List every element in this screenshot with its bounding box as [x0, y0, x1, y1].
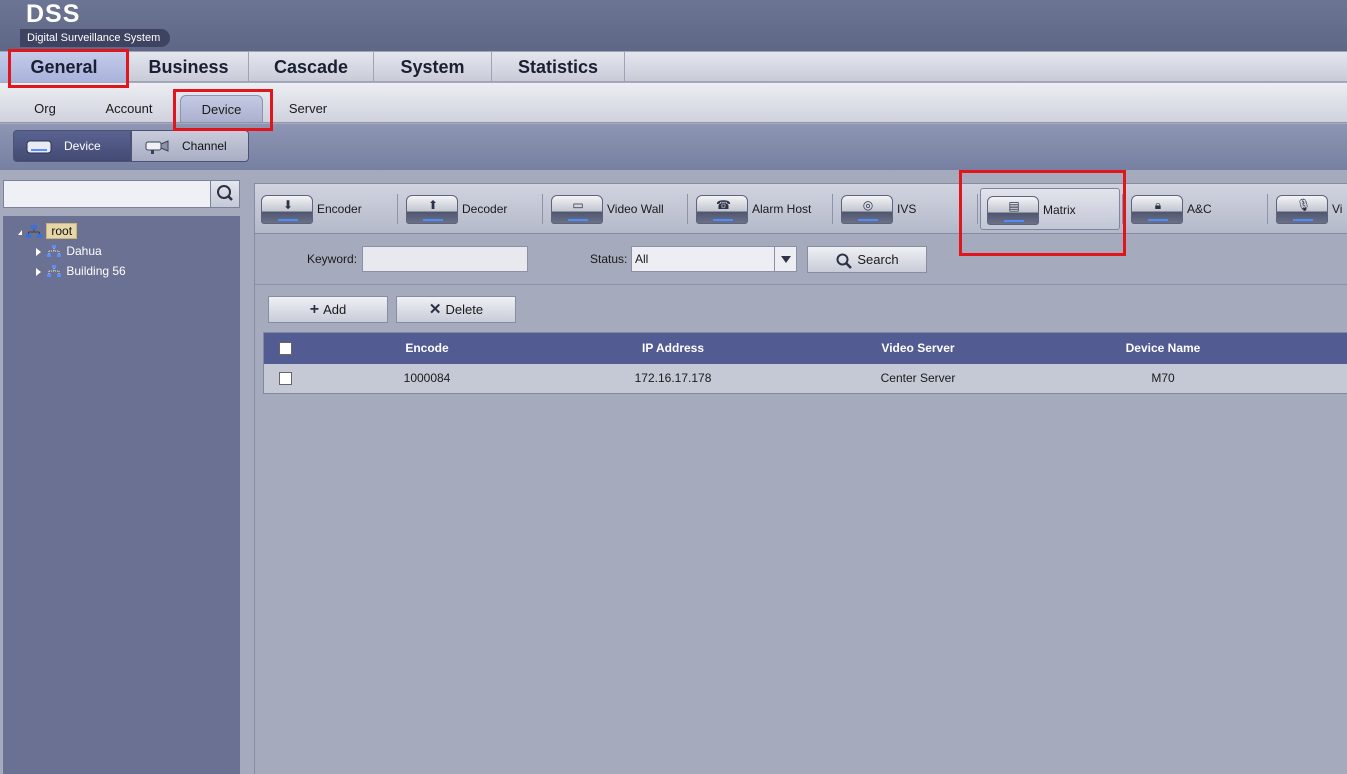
divider — [687, 194, 688, 224]
org-icon — [45, 244, 63, 259]
collapse-arrow-icon[interactable] — [36, 248, 41, 256]
ivs-icon: ◎ — [841, 195, 893, 224]
row-checkbox[interactable] — [279, 372, 292, 385]
tree-node-label: Building 56 — [66, 264, 126, 278]
status-select-value: All — [635, 252, 649, 266]
table-row[interactable]: 1000084 172.16.17.178 Center Server M70 — [264, 364, 1347, 393]
divider — [1122, 194, 1123, 224]
tree-node-root-label: root — [46, 223, 78, 239]
device-type-voice[interactable]: 🎙︎ Vi — [1270, 188, 1347, 230]
cell-video-server: Center Server — [880, 371, 956, 385]
cell-device-name: M70 — [1151, 371, 1175, 385]
expand-arrow-icon[interactable] — [18, 230, 22, 235]
keyword-input[interactable] — [362, 246, 528, 272]
status-select[interactable]: All — [631, 246, 797, 272]
subtab-device[interactable]: Device — [180, 95, 263, 122]
sub-nav: Org Account Device Server — [0, 83, 1347, 123]
app-subtitle: Digital Surveillance System — [20, 29, 171, 47]
divider — [977, 194, 978, 224]
keyword-label: Keyword: — [307, 252, 358, 266]
tab-cascade[interactable]: Cascade — [249, 52, 374, 82]
tree-search-input[interactable] — [3, 180, 211, 208]
divider — [1267, 194, 1268, 224]
column-header-encode[interactable]: Encode — [354, 333, 500, 364]
tree-search-button[interactable] — [210, 180, 240, 208]
tab-general[interactable]: General — [0, 52, 129, 82]
device-type-alarm-host[interactable]: ☎ Alarm Host — [690, 188, 830, 230]
video-wall-icon: ▭ — [551, 195, 603, 224]
tab-business[interactable]: Business — [129, 52, 249, 82]
tree-node-root[interactable]: root — [25, 222, 78, 240]
search-icon — [836, 253, 853, 269]
column-header-video-server[interactable]: Video Server — [845, 333, 991, 364]
cell-encode: 1000084 — [403, 371, 451, 385]
device-icon — [26, 137, 52, 155]
divider — [397, 194, 398, 224]
subtab-server[interactable]: Server — [276, 95, 340, 122]
app-logo: DSS — [26, 0, 81, 28]
subtab-account[interactable]: Account — [92, 95, 166, 122]
device-type-ivs[interactable]: ◎ IVS — [835, 188, 975, 230]
status-label: Status: — [590, 252, 628, 266]
mode-toolbar: Device Channel — [0, 124, 1347, 170]
subtab-org[interactable]: Org — [14, 95, 76, 122]
org-icon — [45, 264, 63, 279]
device-type-decoder[interactable]: ⬆ Decoder — [400, 188, 540, 230]
org-tree: root Dahua Building 56 — [3, 216, 240, 774]
tab-statistics[interactable]: Statistics — [492, 52, 625, 82]
delete-button[interactable]: ✕ Delete — [396, 296, 516, 323]
table-header: Encode IP Address Video Server Device Na… — [264, 333, 1347, 364]
microphone-icon: 🎙︎ — [1276, 195, 1328, 224]
channel-mode-button[interactable]: Channel — [131, 130, 249, 162]
divider — [255, 284, 1347, 285]
collapse-arrow-icon[interactable] — [36, 268, 41, 276]
device-content-panel: ⬇ Encoder ⬆ Decoder ▭ Video Wall ☎ Alarm… — [254, 183, 1347, 774]
column-header-ip-address[interactable]: IP Address — [600, 333, 746, 364]
cell-ip-address: 172.16.17.178 — [634, 371, 712, 385]
org-tree-panel: root Dahua Building 56 — [0, 170, 248, 774]
search-icon — [217, 185, 233, 201]
device-table: Encode IP Address Video Server Device Na… — [263, 332, 1347, 394]
camera-icon — [144, 137, 170, 155]
device-type-encoder[interactable]: ⬇ Encoder — [255, 188, 395, 230]
plus-icon: + — [309, 301, 320, 318]
encoder-icon: ⬇ — [261, 195, 313, 224]
main-nav: General Business Cascade System Statisti… — [0, 51, 1347, 82]
select-all-checkbox[interactable] — [279, 342, 292, 355]
close-icon: ✕ — [428, 301, 442, 318]
tree-node-building-56[interactable]: Building 56 — [45, 262, 126, 280]
org-icon — [25, 224, 43, 240]
app-header: DSS Digital Surveillance System — [0, 0, 1347, 51]
tree-node-label: Dahua — [66, 244, 102, 258]
search-button[interactable]: Search — [807, 246, 927, 273]
matrix-icon: ▤ — [987, 196, 1039, 225]
device-type-bar: ⬇ Encoder ⬆ Decoder ▭ Video Wall ☎ Alarm… — [255, 184, 1347, 234]
device-mode-button[interactable]: Device — [13, 130, 131, 162]
divider — [832, 194, 833, 224]
lock-icon: 🔒︎ — [1131, 195, 1183, 224]
decoder-icon: ⬆ — [406, 195, 458, 224]
device-type-access-control[interactable]: 🔒︎ A&C — [1125, 188, 1265, 230]
divider — [542, 194, 543, 224]
tree-node-dahua[interactable]: Dahua — [45, 242, 102, 260]
column-header-device-name[interactable]: Device Name — [1090, 333, 1236, 364]
device-type-matrix[interactable]: ▤ Matrix — [980, 188, 1120, 230]
chevron-down-icon[interactable] — [774, 247, 796, 271]
tab-system[interactable]: System — [374, 52, 492, 82]
add-button[interactable]: + Add — [268, 296, 388, 323]
device-type-video-wall[interactable]: ▭ Video Wall — [545, 188, 685, 230]
alarm-host-icon: ☎ — [696, 195, 748, 224]
